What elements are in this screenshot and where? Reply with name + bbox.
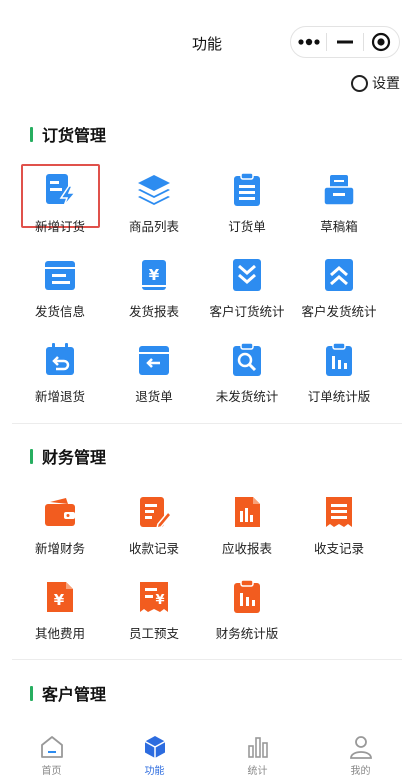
menu-item-new-order[interactable]: 新增订货 — [12, 172, 108, 235]
chart-doc-icon — [235, 497, 260, 527]
return-calendar-icon — [46, 343, 74, 375]
finance-row-2: ¥ 其他费用 ¥ 员工预支 财务统计版 — [0, 579, 414, 665]
menu-item-label: 草稿箱 — [320, 220, 358, 234]
menu-item-new-finance[interactable]: 新增财务 — [12, 494, 108, 557]
menu-item-label: 新增订货 — [34, 220, 85, 234]
menu-item-product-list[interactable]: 商品列表 — [106, 172, 202, 235]
section-title-text: 订货管理 — [42, 128, 107, 145]
new-order-icon — [46, 174, 77, 207]
edit-note-icon — [140, 497, 172, 530]
section-divider — [12, 659, 402, 660]
stack-layers-icon — [138, 175, 170, 205]
menu-item-label: 订货单 — [228, 220, 266, 234]
menu-item-label: 新增财务 — [34, 542, 85, 556]
menu-item-shipping-report[interactable]: ¥ 发货报表 — [106, 257, 202, 320]
minimize-icon[interactable] — [327, 27, 362, 57]
home-icon — [40, 736, 63, 758]
wallet-icon — [45, 498, 75, 526]
menu-item-label: 订单统计版 — [307, 390, 371, 404]
tab-label: 统计 — [247, 766, 268, 777]
tab-label: 功能 — [144, 766, 165, 777]
menu-item-return-sheet[interactable]: 退货单 — [106, 342, 202, 405]
svg-text:¥: ¥ — [149, 266, 160, 284]
shipping-info-icon — [45, 261, 75, 290]
menu-item-label: 财务统计版 — [215, 627, 279, 641]
order-row-3: 新增退货 退货单 未发货统计 订单统计版 — [0, 342, 414, 428]
bar-chart-clipboard-icon — [326, 342, 352, 376]
section-title-customer: 客户管理 — [30, 683, 107, 704]
cube-icon — [144, 736, 165, 758]
top-bar: 功能 设置 — [0, 0, 414, 92]
bar-chart-clipboard-icon — [234, 579, 260, 613]
target-circle-icon[interactable] — [364, 27, 399, 57]
section-accent-bar — [30, 448, 33, 464]
menu-item-label: 退货单 — [135, 390, 173, 404]
menu-item-label: 客户发货统计 — [301, 305, 377, 319]
menu-item-label: 员工预支 — [128, 627, 179, 641]
menu-item-drafts[interactable]: 草稿箱 — [291, 172, 387, 235]
double-chevron-down-icon — [233, 259, 261, 291]
search-clipboard-icon — [233, 342, 261, 376]
menu-item-receivables-report[interactable]: 应收报表 — [199, 494, 295, 557]
section-accent-bar — [30, 126, 33, 142]
svg-text:¥: ¥ — [54, 591, 65, 609]
menu-item-order-stats-board[interactable]: 订单统计版 — [291, 342, 387, 405]
menu-item-label: 其他费用 — [34, 627, 85, 641]
tab-label: 首页 — [41, 766, 62, 777]
drafts-box-icon — [323, 175, 355, 206]
section-title-order: 订货管理 — [30, 124, 107, 145]
settings-button[interactable]: 设置 — [351, 72, 400, 94]
settings-label: 设置 — [372, 75, 400, 91]
yen-doc-icon: ¥ — [47, 582, 73, 612]
section-title-finance: 财务管理 — [30, 446, 107, 467]
receipt-icon — [326, 497, 352, 527]
section-accent-bar — [30, 685, 33, 701]
menu-item-label: 发货报表 — [128, 305, 179, 319]
menu-item-new-return[interactable]: 新增退货 — [12, 342, 108, 405]
tab-label: 我的 — [350, 766, 371, 777]
tab-home[interactable]: 首页 — [0, 728, 103, 777]
menu-item-customer-shipping-stats[interactable]: 客户发货统计 — [291, 257, 387, 320]
settings-circle-icon — [351, 74, 368, 92]
menu-item-label: 客户订货统计 — [209, 305, 285, 319]
more-dots-icon[interactable] — [291, 27, 326, 57]
tab-mine[interactable]: 我的 — [309, 728, 412, 777]
section-divider — [12, 423, 402, 424]
return-box-icon — [139, 346, 169, 375]
menu-item-payment-records[interactable]: 收款记录 — [106, 494, 202, 557]
menu-item-label: 收款记录 — [128, 542, 179, 556]
menu-item-label: 商品列表 — [128, 220, 179, 234]
menu-item-other-expenses[interactable]: ¥ 其他费用 — [12, 579, 108, 642]
finance-row-1: 新增财务 收款记录 应收报表 收支记录 — [0, 494, 414, 580]
yen-receipt-icon: ¥ — [140, 582, 168, 612]
menu-item-order-sheet[interactable]: 订货单 — [199, 172, 295, 235]
order-row-2: 发货信息 ¥ 发货报表 客户订货统计 客户发货统计 — [0, 257, 414, 343]
menu-item-label: 发货信息 — [34, 305, 85, 319]
tab-functions[interactable]: 功能 — [103, 728, 206, 777]
svg-text:¥: ¥ — [155, 593, 164, 608]
yen-report-icon: ¥ — [142, 260, 166, 290]
menu-item-shipping-info[interactable]: 发货信息 — [12, 257, 108, 320]
menu-item-income-expense[interactable]: 收支记录 — [291, 494, 387, 557]
mini-program-capsule — [290, 26, 400, 58]
clipboard-icon — [234, 172, 260, 206]
double-chevron-up-icon — [325, 259, 353, 291]
bottom-tab-bar: 首页 功能 统计 我的 — [0, 728, 414, 780]
user-icon — [349, 736, 372, 759]
section-title-text: 客户管理 — [42, 687, 107, 704]
order-row-1: 新增订货 商品列表 订货单 草稿箱 — [0, 172, 414, 258]
menu-item-label: 收支记录 — [313, 542, 364, 556]
menu-item-label: 新增退货 — [34, 390, 85, 404]
section-title-text: 财务管理 — [42, 450, 107, 467]
menu-item-finance-stats-board[interactable]: 财务统计版 — [199, 579, 295, 642]
menu-item-staff-advance[interactable]: ¥ 员工预支 — [106, 579, 202, 642]
bar-stats-icon — [247, 737, 268, 758]
menu-item-customer-order-stats[interactable]: 客户订货统计 — [199, 257, 295, 320]
menu-item-unshipped-stats[interactable]: 未发货统计 — [199, 342, 295, 405]
menu-item-label: 应收报表 — [221, 542, 272, 556]
menu-item-label: 未发货统计 — [215, 390, 279, 404]
tab-stats[interactable]: 统计 — [206, 728, 309, 777]
